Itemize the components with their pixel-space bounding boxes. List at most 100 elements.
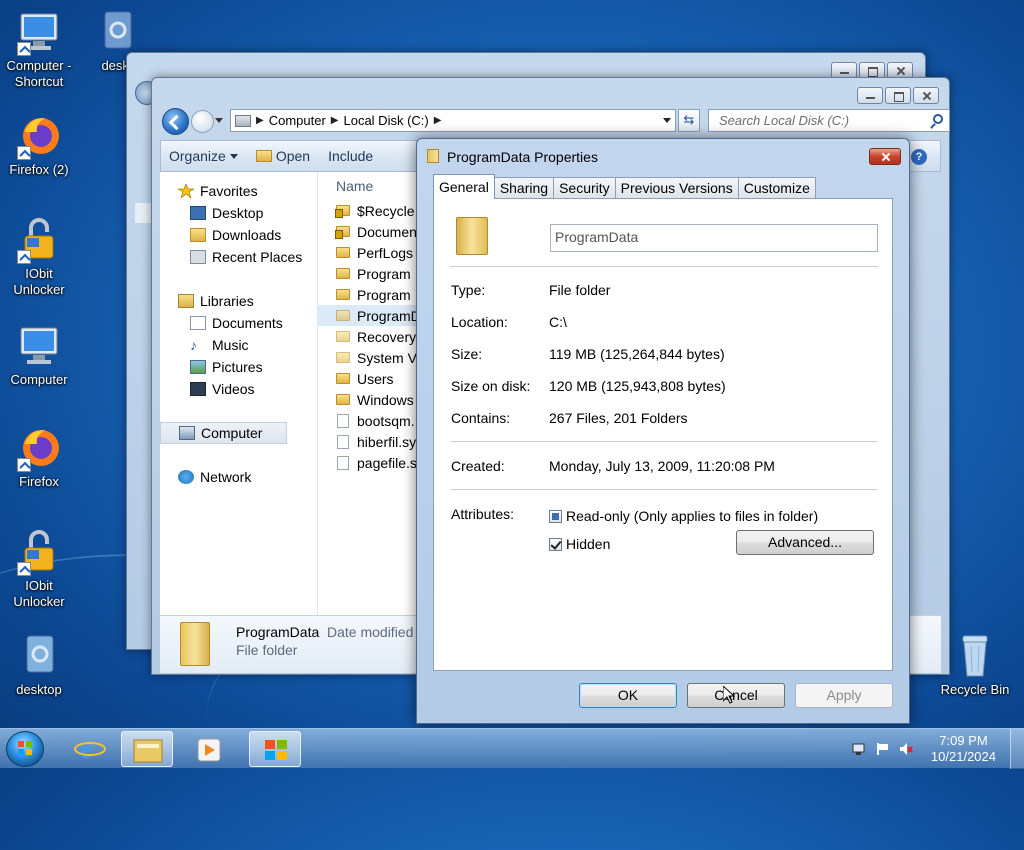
minimize-button[interactable] xyxy=(857,87,883,104)
list-item[interactable]: ProgramD xyxy=(318,305,418,326)
network-icon xyxy=(178,470,194,484)
list-item[interactable]: $Recycle xyxy=(318,200,418,221)
refresh-icon: ⇆ xyxy=(683,112,695,127)
list-item[interactable]: bootsqm. xyxy=(318,410,418,431)
desktop-icon-computer[interactable]: Computer xyxy=(0,322,78,388)
desktop-icon-label: IObit Unlocker xyxy=(13,266,65,297)
tab-sharing[interactable]: Sharing xyxy=(493,177,555,199)
list-item[interactable]: Program xyxy=(318,263,418,284)
list-item[interactable]: hiberfil.sy xyxy=(318,431,418,452)
size-value: 119 MB (125,264,844 bytes) xyxy=(549,346,725,362)
size-on-disk-label: Size on disk: xyxy=(451,378,531,394)
nav-recent-places[interactable]: Recent Places xyxy=(160,246,317,268)
address-bar[interactable]: ▶ Computer ▶ Local Disk (C:) ▶ xyxy=(230,109,676,132)
nav-desktop[interactable]: Desktop xyxy=(160,202,317,224)
nav-network[interactable]: Network xyxy=(160,466,317,488)
column-header-name[interactable]: Name xyxy=(318,172,418,200)
nav-libraries[interactable]: Libraries xyxy=(160,290,317,312)
tab-security[interactable]: Security xyxy=(553,177,616,199)
tray-volume-muted-icon[interactable] xyxy=(900,743,913,755)
nav-computer[interactable]: Computer xyxy=(160,422,287,444)
readonly-label[interactable]: Read-only (Only applies to files in fold… xyxy=(566,508,818,524)
details-type: File folder xyxy=(236,642,298,658)
size-label: Size: xyxy=(451,346,483,362)
nav-favorites[interactable]: Favorites xyxy=(160,180,317,202)
tray-flag-icon[interactable] xyxy=(876,743,889,755)
settings-file-icon xyxy=(15,632,63,680)
file-name: bootsqm. xyxy=(357,412,415,429)
desktop-icon-computer-shortcut[interactable]: Computer - Shortcut xyxy=(0,8,78,90)
hidden-checkbox[interactable] xyxy=(549,538,562,551)
library-icon xyxy=(178,294,194,308)
help-icon[interactable]: ? xyxy=(911,149,927,165)
folder-name-field[interactable]: ProgramData xyxy=(550,224,878,252)
attributes-label: Attributes: xyxy=(451,506,515,522)
show-desktop-button[interactable] xyxy=(1010,729,1024,769)
list-item[interactable]: Users xyxy=(318,368,418,389)
nav-documents[interactable]: Documents xyxy=(160,312,317,334)
desktop-icon-desktop[interactable]: desktop xyxy=(0,632,78,698)
breadcrumb-computer[interactable]: Computer xyxy=(269,113,326,128)
nav-downloads[interactable]: Downloads xyxy=(160,224,317,246)
hidden-label[interactable]: Hidden xyxy=(566,536,610,552)
taskbar-internet-explorer[interactable]: e xyxy=(64,731,116,767)
desktop-icon-label: Firefox xyxy=(19,474,59,489)
desktop-icon-firefox-2[interactable]: Firefox (2) xyxy=(0,112,78,178)
list-item[interactable]: Windows xyxy=(318,389,418,410)
taskbar-windows-explorer[interactable] xyxy=(121,731,173,767)
list-item[interactable]: System V xyxy=(318,347,418,368)
folder-icon xyxy=(336,352,350,363)
desktop-icon-iobit-unlocker-2[interactable]: IObit Unlocker xyxy=(0,528,78,610)
open-button[interactable]: Open xyxy=(255,148,310,164)
tray-network-icon[interactable] xyxy=(852,743,865,755)
readonly-checkbox[interactable] xyxy=(549,510,562,523)
search-input[interactable]: Search Local Disk (C:) xyxy=(708,109,950,132)
nav-music[interactable]: ♪ Music xyxy=(160,334,317,356)
chevron-down-icon xyxy=(229,153,238,159)
nav-videos[interactable]: Videos xyxy=(160,378,317,400)
cancel-button[interactable]: Cancel xyxy=(687,683,785,708)
list-item[interactable]: PerfLogs xyxy=(318,242,418,263)
address-dropdown-icon[interactable] xyxy=(663,118,671,123)
start-button[interactable] xyxy=(6,731,44,767)
breadcrumb-drive[interactable]: Local Disk (C:) xyxy=(343,113,428,128)
apply-button[interactable]: Apply xyxy=(795,683,893,708)
close-button[interactable] xyxy=(869,148,901,165)
folder-icon xyxy=(133,739,163,763)
desktop-icon-firefox[interactable]: Firefox xyxy=(0,424,78,490)
refresh-button[interactable]: ⇆ xyxy=(678,109,700,132)
properties-dialog[interactable]: ProgramData Properties General Sharing S… xyxy=(416,138,910,724)
list-item[interactable]: Documen xyxy=(318,221,418,242)
nav-label: Music xyxy=(212,337,249,353)
nav-label: Recent Places xyxy=(212,249,303,265)
recent-pages-dropdown[interactable] xyxy=(215,118,223,123)
taskbar-windows-app[interactable] xyxy=(249,731,301,767)
back-button[interactable] xyxy=(162,108,189,135)
file-list: Name $Recycle Documen PerfLogs Program P… xyxy=(318,172,418,615)
list-item[interactable]: Recovery xyxy=(318,326,418,347)
close-button[interactable] xyxy=(913,87,939,104)
include-in-library-button[interactable]: Include xyxy=(328,148,373,164)
tab-previous-versions[interactable]: Previous Versions xyxy=(614,177,739,199)
taskbar-media-player[interactable] xyxy=(183,731,235,767)
ok-button[interactable]: OK xyxy=(579,683,677,708)
windows-logo-icon xyxy=(18,741,32,755)
nav-label: Documents xyxy=(212,315,283,331)
location-value: C:\ xyxy=(549,314,567,330)
list-item[interactable]: Program xyxy=(318,284,418,305)
advanced-button[interactable]: Advanced... xyxy=(736,530,874,555)
clock[interactable]: 7:09 PM 10/21/2024 xyxy=(931,733,996,765)
file-name: PerfLogs xyxy=(357,244,414,261)
list-item[interactable]: pagefile.s xyxy=(318,452,418,473)
type-value: File folder xyxy=(549,282,611,298)
file-name: pagefile.s xyxy=(357,454,417,471)
organize-button[interactable]: Organize xyxy=(169,148,238,164)
maximize-button[interactable] xyxy=(885,87,911,104)
search-icon[interactable] xyxy=(933,114,943,124)
tab-customize[interactable]: Customize xyxy=(737,177,816,199)
forward-button[interactable] xyxy=(191,110,214,133)
desktop-icon-iobit-unlocker[interactable]: IObit Unlocker xyxy=(0,216,78,298)
tab-general[interactable]: General xyxy=(433,174,495,199)
search-placeholder: Search Local Disk (C:) xyxy=(719,113,850,128)
nav-pictures[interactable]: Pictures xyxy=(160,356,317,378)
